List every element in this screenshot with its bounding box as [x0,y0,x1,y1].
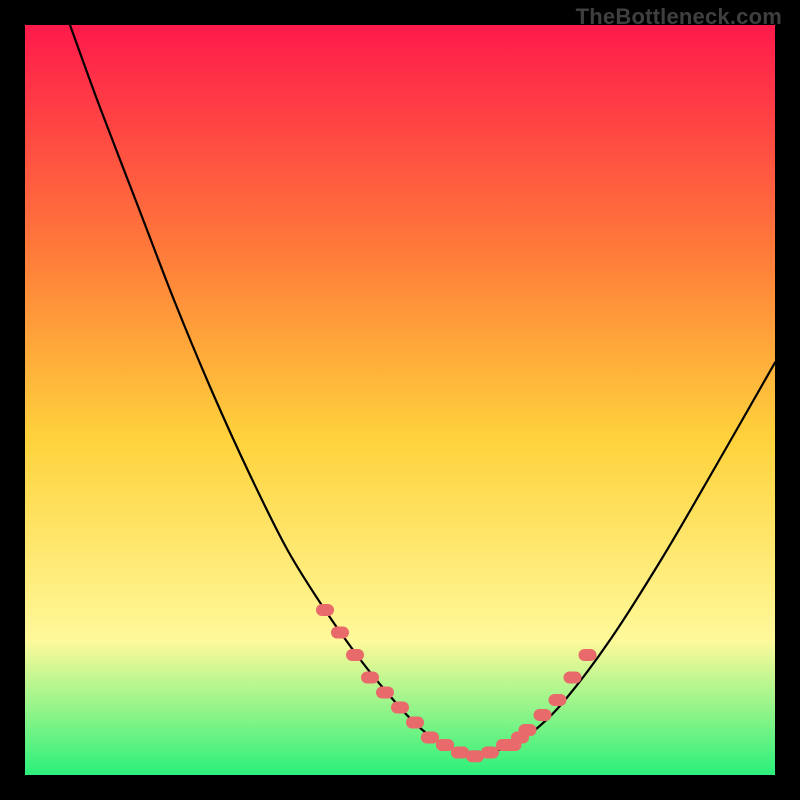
highlight-dot [436,739,454,751]
highlight-dot [534,709,552,721]
highlight-dot [519,724,537,736]
plot-area [25,25,775,775]
highlight-dot [564,672,582,684]
highlight-dot [391,702,409,714]
highlight-dot [346,649,364,661]
highlight-dot [421,732,439,744]
highlight-dot [549,694,567,706]
highlight-dot [376,687,394,699]
highlight-dot [361,672,379,684]
highlight-dot [316,604,334,616]
chart-frame: TheBottleneck.com [0,0,800,800]
chart-svg [25,25,775,775]
watermark-text: TheBottleneck.com [576,4,782,30]
highlight-dot [331,627,349,639]
highlight-dot [481,747,499,759]
highlight-dot [504,739,522,751]
highlight-dot [579,649,597,661]
gradient-background [25,25,775,775]
highlight-dot [406,717,424,729]
